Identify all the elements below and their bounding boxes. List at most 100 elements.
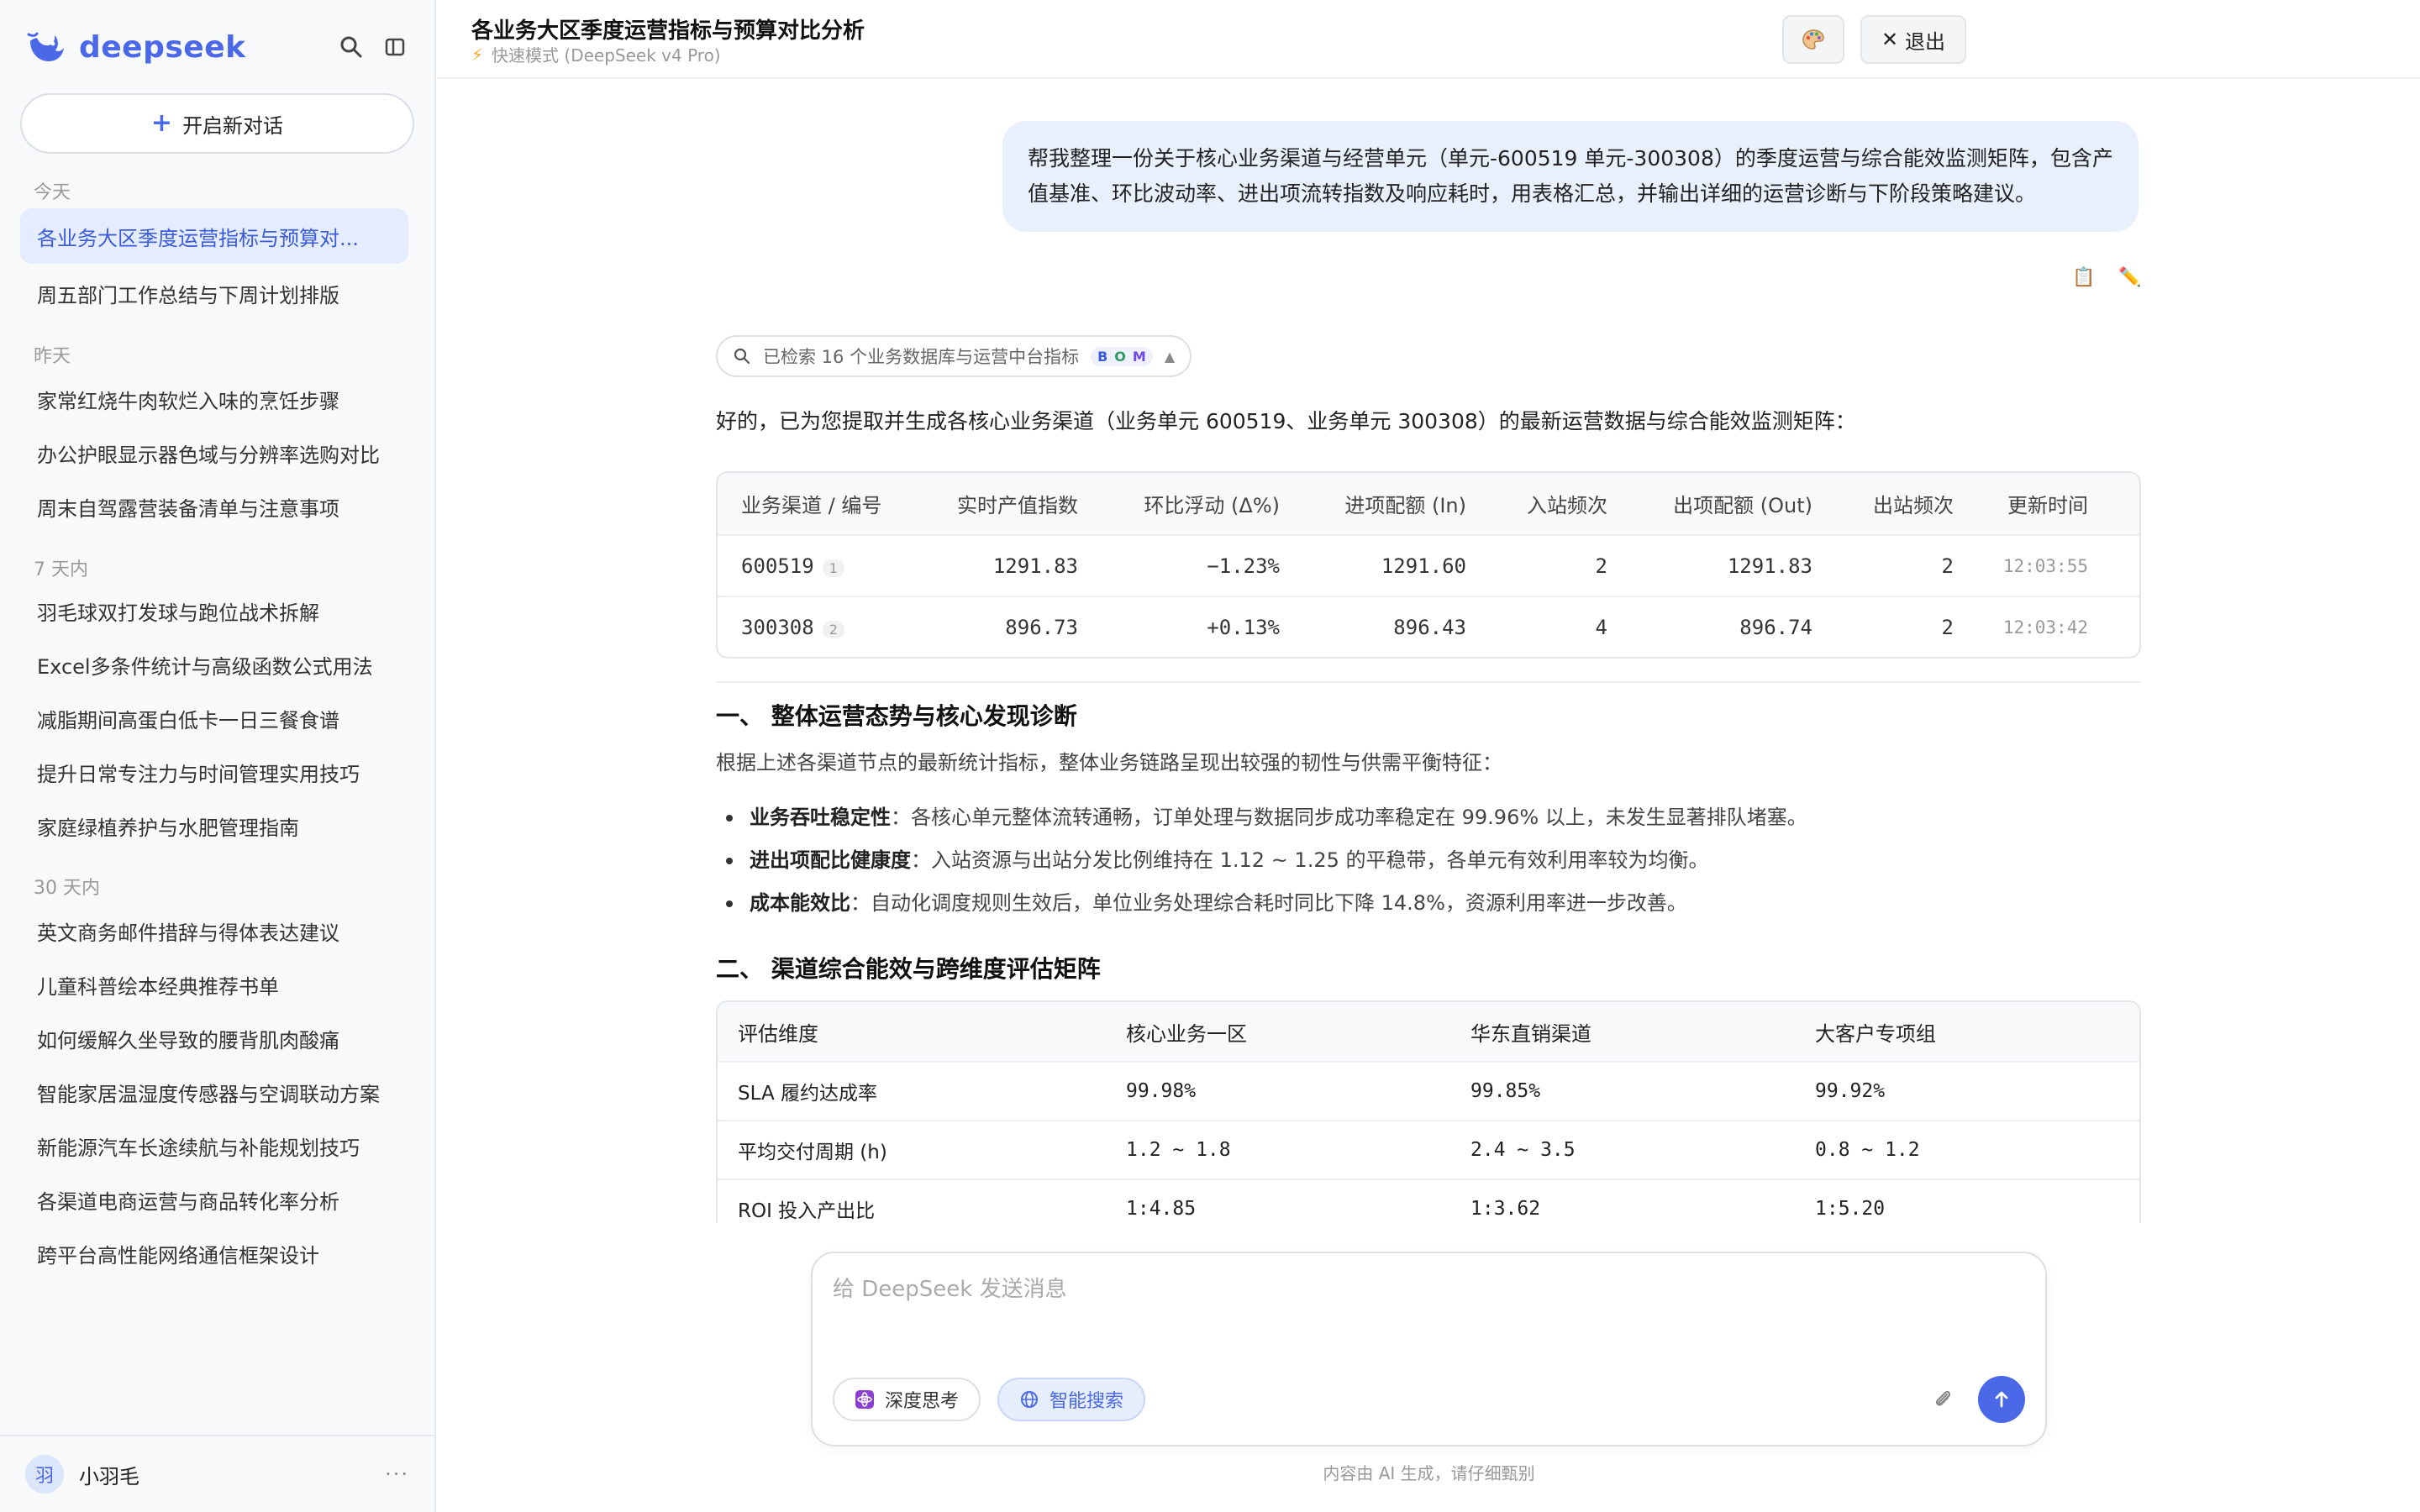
unit-code: 600519 [741,554,814,578]
smart-search-toggle[interactable]: 智能搜索 [997,1378,1146,1421]
brand-name: deepseek [79,29,246,65]
search-results-toggle[interactable]: 已检索 16 个业务数据库与运营中台指标 B O M ▲ [716,335,1192,377]
section-heading: 一、 整体运营态势与核心发现诊断 [716,702,1077,730]
table-cell: 12:03:42 [2002,617,2088,638]
chat-item[interactable]: 家常红烧牛肉软烂入味的烹饪步骤 [20,371,408,427]
table-cell: 12:03:55 [2002,555,2088,576]
arrow-up-icon [1995,1391,2008,1408]
deep-think-label: 深度思考 [885,1391,960,1412]
send-button[interactable] [1978,1376,2025,1423]
theme-button[interactable] [1782,15,1844,64]
exit-label: 退出 [1905,29,1946,54]
chat-item[interactable]: 跨平台高性能网络通信框架设计 [20,1226,408,1281]
chat-item[interactable]: 智能家居温湿度传感器与空调联动方案 [20,1064,408,1120]
list-item-text: ：入站资源与出站分发比例维持在 1.12 ~ 1.25 的平稳带，各单元有效利用… [911,848,1709,872]
chat-item[interactable]: 减脂期间高蛋白低卡一日三餐食谱 [20,690,408,746]
deepseek-whale-logo-icon [27,32,64,61]
chat-item[interactable]: 周五部门工作总结与下周计划排版 [20,265,408,321]
source-badge: M [1132,348,1146,365]
ai-disclaimer: 内容由 AI 生成，请仔细甄别 [1323,1463,1535,1483]
globe-icon [1021,1391,1038,1408]
plus-icon: + [150,108,173,138]
table-cell: 2.4 ~ 3.5 [1470,1139,1576,1161]
table-cell: 平均交付周期 (h) [738,1142,887,1163]
user-profile[interactable]: 羽 小羽毛 ··· [0,1435,436,1512]
group-label-yesterday: 昨天 [34,346,71,367]
evaluation-table: 评估维度 核心业务一区 华东直销渠道 大客户专项组 SLA 履约达成率 99.9… [716,1000,2141,1223]
deep-think-toggle[interactable]: 深度思考 [833,1378,981,1421]
list-item-text: ：自动化调度规则生效后，单位业务处理综合耗时同比下降 14.8%，资源利用率进一… [850,891,1687,915]
exit-button[interactable]: ✕ 退出 [1860,15,1966,64]
edit-icon[interactable]: ✏️ [2118,267,2141,288]
rank-badge: 1 [822,559,844,577]
search-icon[interactable] [334,30,368,64]
findings-list: 业务吞吐稳定性：各核心单元整体流转通畅，订单处理与数据同步成功率稳定在 99.9… [716,796,1807,925]
table-row: 300308 2 896.73 +0.13% 896.43 4 896.74 2 … [718,596,2139,657]
chat-header: 各业务大区季度运营指标与预算对比分析 ⚡ 快速模式 (DeepSeek v4 P… [438,0,2420,79]
table-cell: 1:4.85 [1126,1198,1197,1220]
source-badges: B O M [1091,346,1153,366]
chat-item[interactable]: 如何缓解久坐导致的腰背肌肉酸痛 [20,1011,408,1066]
user-name: 小羽毛 [79,1464,139,1488]
source-badge: B [1097,348,1108,365]
chat-item[interactable]: 提升日常专注力与时间管理实用技巧 [20,744,408,800]
table-cell: 4 [1595,615,1607,639]
chat-item[interactable]: 家庭绿植养护与水肥管理指南 [20,798,408,853]
source-badge: O [1114,348,1126,365]
close-icon: ✕ [1881,28,1899,51]
group-label-7days: 7 天内 [34,559,88,580]
table-row: SLA 履约达成率 99.98% 99.85% 99.92% [718,1061,2139,1120]
chat-item[interactable]: 办公护眼显示器色域与分辨率选购对比 [20,425,408,480]
table-header-cell: 核心业务一区 [1126,1021,1247,1046]
search-icon [734,348,750,365]
chat-item[interactable]: 各业务大区季度运营指标与预算对... [20,208,408,264]
group-label-today: 今天 [34,182,71,203]
table-header-cell: 出项配额 (Out) [1673,494,1812,517]
table-header-cell: 入站频次 [1527,494,1607,517]
table-header-cell: 华东直销渠道 [1470,1021,1591,1046]
table-cell: 1:3.62 [1470,1198,1541,1220]
table-header-row: 业务渠道 / 编号 实时产值指数 环比浮动 (Δ%) 进项配额 (In) 入站频… [718,473,2139,534]
table-header-row: 评估维度 核心业务一区 华东直销渠道 大客户专项组 [718,1002,2139,1061]
mode-label: 快速模式 (DeepSeek v4 Pro) [492,45,721,66]
table-row: 平均交付周期 (h) 1.2 ~ 1.8 2.4 ~ 3.5 0.8 ~ 1.2 [718,1120,2139,1179]
table-cell: 1291.83 [992,554,1078,578]
search-summary: 已检索 16 个业务数据库与运营中台指标 [763,347,1080,367]
table-cell: 99.98% [1126,1080,1197,1102]
chat-item[interactable]: 周末自驾露营装备清单与注意事项 [20,479,408,534]
sidebar: deepseek + 开启新对话 今天 各业务大区季度运营指标与预算对... 周… [0,0,436,1512]
chat-item[interactable]: Excel多条件统计与高级函数公式用法 [20,637,408,692]
message-composer[interactable]: 给 DeepSeek 发送消息 深度思考 智能搜索 [811,1252,2047,1446]
list-item-label: 成本能效比 [750,891,850,915]
conversation-area[interactable]: 帮我整理一份关于核心业务渠道与经营单元（单元-600519 单元-300308）… [438,81,2420,1223]
paperclip-icon[interactable] [1926,1383,1960,1416]
table-header-cell: 更新时间 [2007,494,2088,517]
smart-search-label: 智能搜索 [1050,1391,1124,1412]
table-row: ROI 投入产出比 1:4.85 1:3.62 1:5.20 [718,1179,2139,1223]
message-input[interactable]: 给 DeepSeek 发送消息 [833,1272,1067,1303]
chat-item[interactable]: 英文商务邮件措辞与得体表达建议 [20,903,408,958]
brand[interactable]: deepseek [25,24,246,71]
atom-icon [855,1390,874,1409]
table-cell: −1.23% [1207,554,1280,578]
caret-up-icon: ▲ [1164,348,1176,365]
table-header-cell: 出站频次 [1873,494,1954,517]
divider [716,681,2141,683]
chat-item[interactable]: 羽毛球双打发球与跑位战术拆解 [20,583,408,638]
user-message-bubble: 帮我整理一份关于核心业务渠道与经营单元（单元-600519 单元-300308）… [1002,121,2139,232]
table-header-cell: 评估维度 [738,1021,818,1046]
table-cell: 99.92% [1815,1080,1886,1102]
new-chat-label: 开启新对话 [182,113,284,138]
table-cell: 896.73 [1005,615,1078,639]
copy-icon[interactable]: 📋 [2072,267,2095,288]
table-cell: 99.85% [1470,1080,1541,1102]
more-options-icon[interactable]: ··· [385,1462,409,1486]
chat-item[interactable]: 儿童科普绘本经典推荐书单 [20,957,408,1012]
new-chat-button[interactable]: + 开启新对话 [20,93,414,154]
collapse-sidebar-icon[interactable] [378,30,412,64]
lightning-icon: ⚡ [471,44,484,65]
chat-item[interactable]: 各渠道电商运营与商品转化率分析 [20,1172,408,1227]
message-actions: 📋 ✏️ [2072,267,2142,288]
table-cell: 300308 2 [718,616,915,639]
chat-item[interactable]: 新能源汽车长途续航与补能规划技巧 [20,1118,408,1173]
